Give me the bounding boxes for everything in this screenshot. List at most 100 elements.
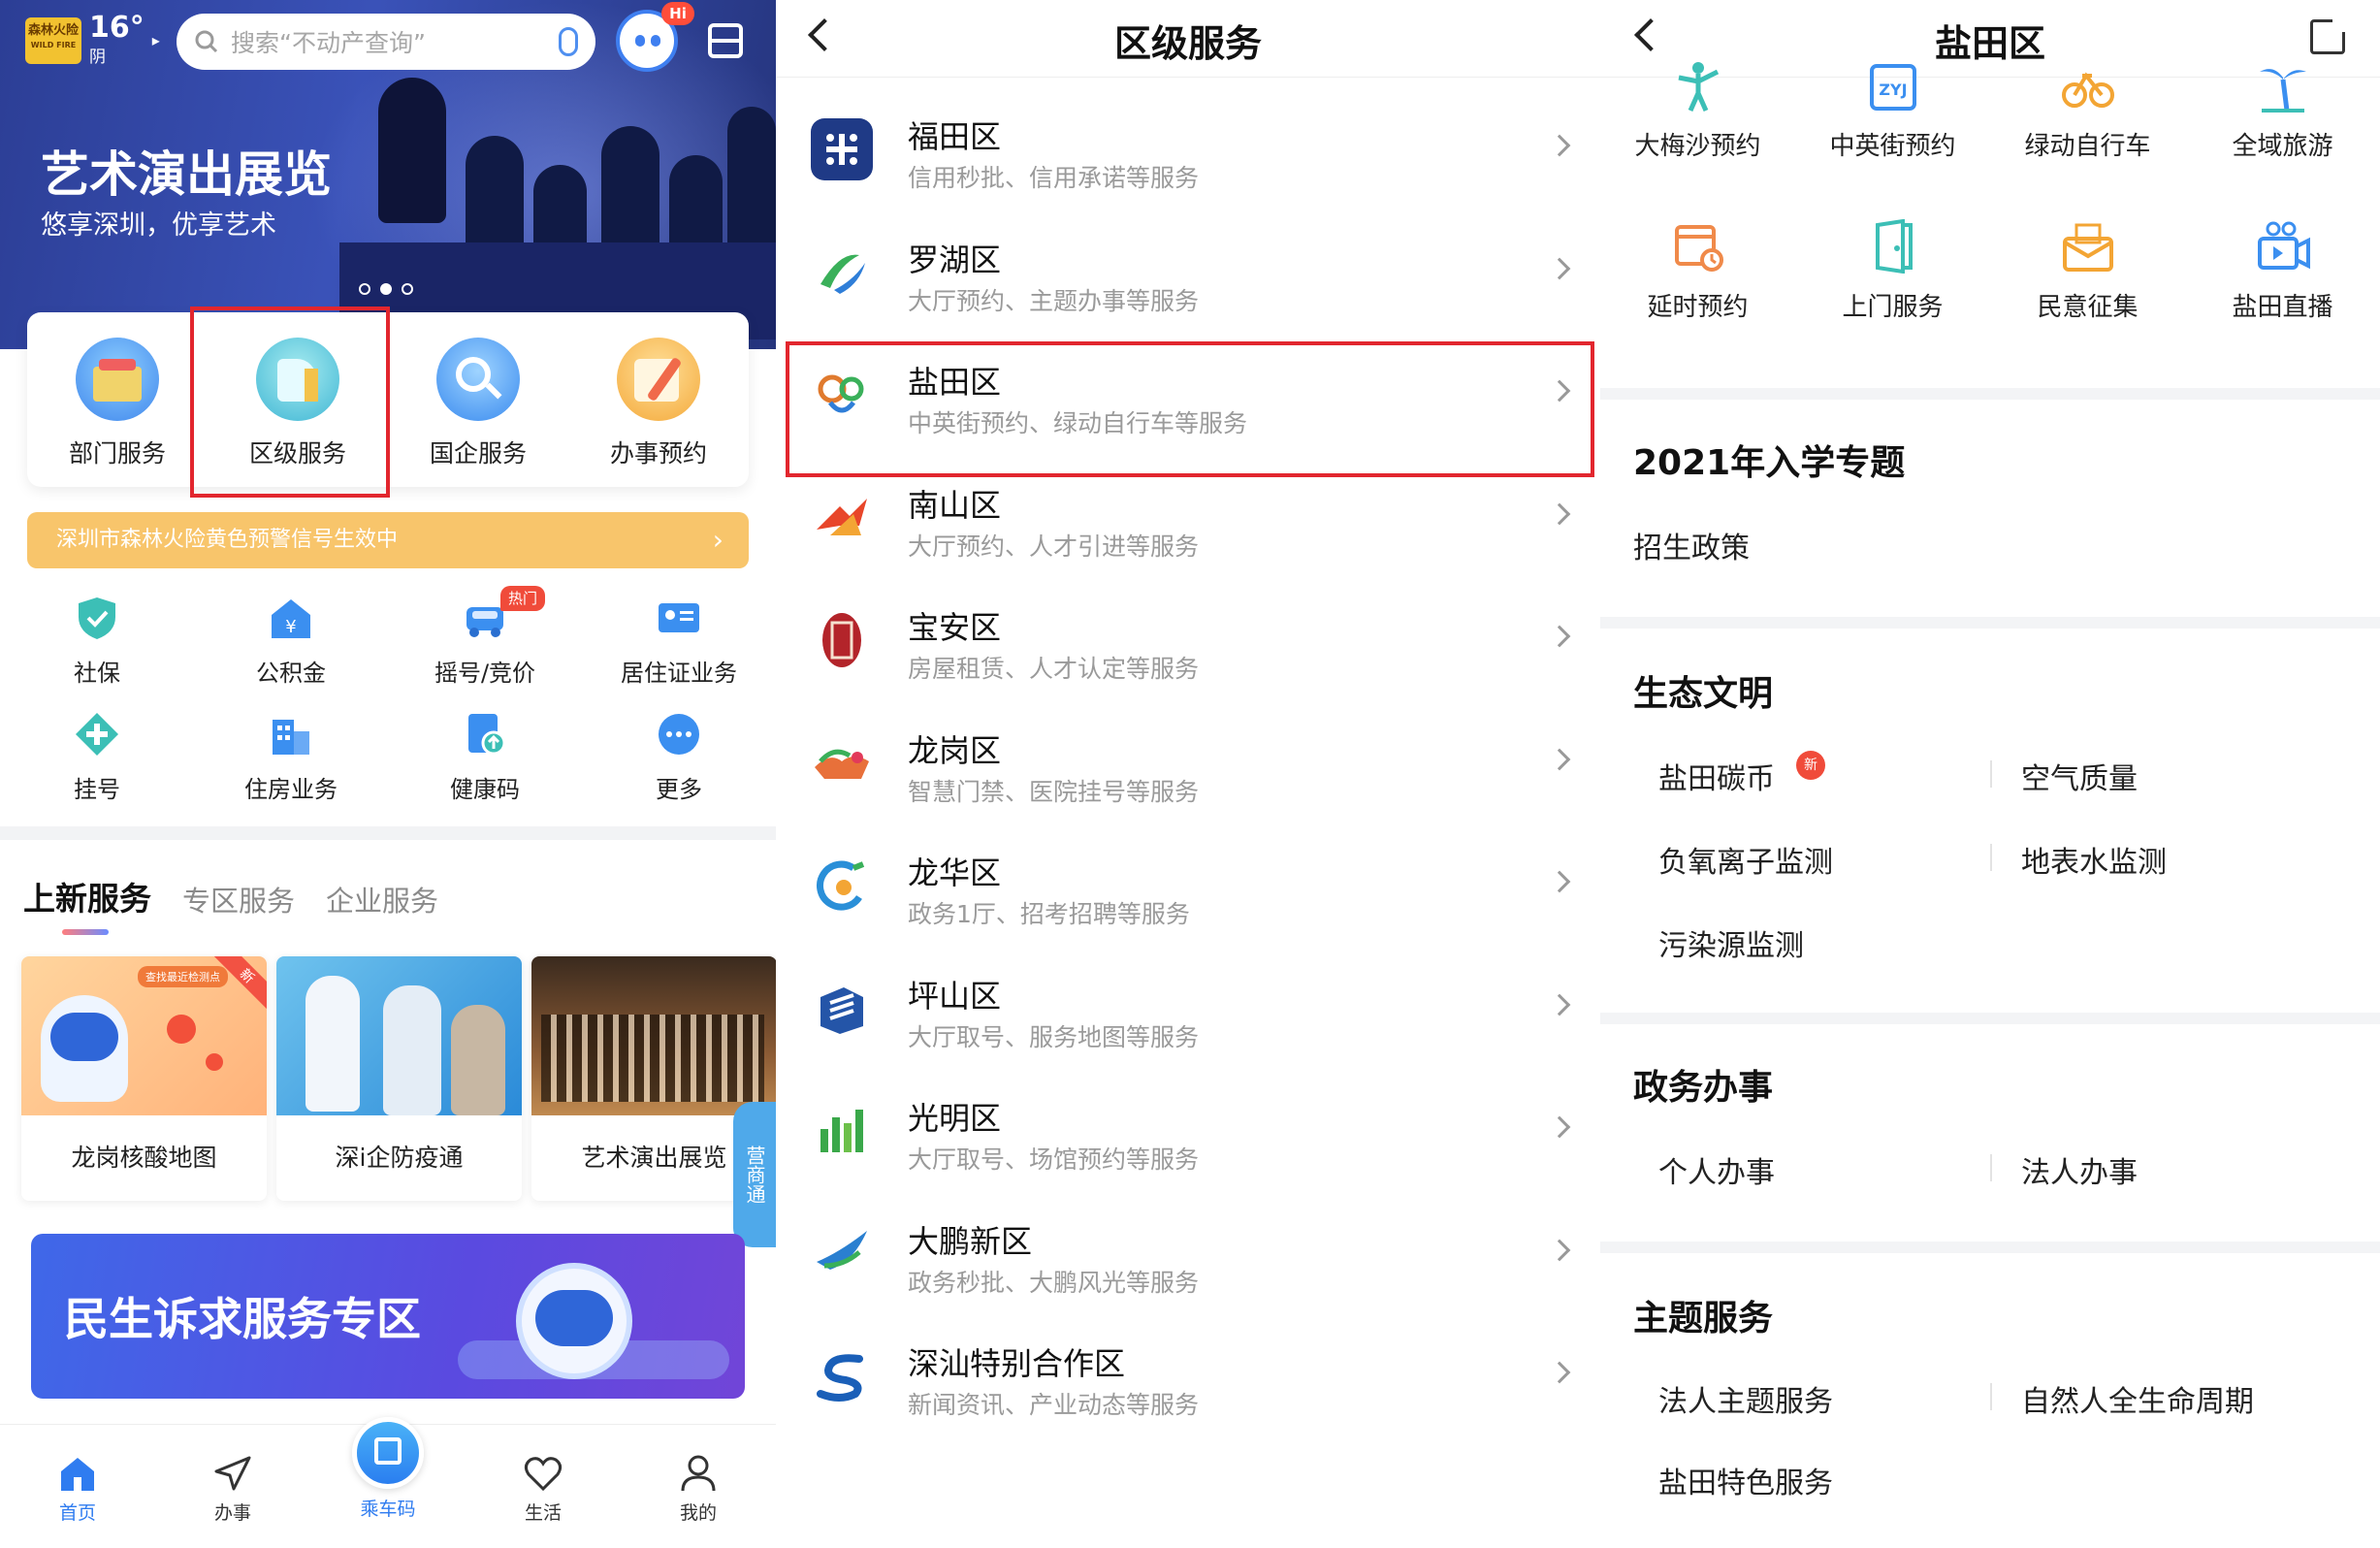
grid-item-zhongying[interactable]: ZYJ 中英街预约 <box>1795 58 1990 175</box>
livelihood-banner[interactable]: 民生诉求服务专区 <box>31 1234 745 1399</box>
nav-label: 乘车码 <box>360 1499 416 1520</box>
feature-grid: 大梅沙预约 ZYJ 中英街预约 绿动自行车 全域旅游 延时预约 上门服务 民意征… <box>1600 62 2380 345</box>
section-divider <box>1600 617 2380 629</box>
palm-tree-icon <box>2259 69 2306 113</box>
link-personal-affairs[interactable]: 个人办事 <box>1658 1148 1775 1191</box>
grid-item-live[interactable]: 盐田直播 <box>2185 219 2380 345</box>
nav-home[interactable]: 首页 <box>0 1425 155 1548</box>
search-input[interactable]: 搜索“不动产查询” <box>177 14 595 70</box>
share-icon[interactable] <box>2310 16 2348 54</box>
chevron-right-icon <box>1548 1115 1571 1139</box>
link-corporate-themes[interactable]: 法人主题服务 <box>1658 1377 1833 1420</box>
featured-cards: 查找最近检测点 新 龙岗核酸地图 深i企防疫通 艺术演出展览 <box>21 956 776 1201</box>
fund-house-icon: ¥ <box>272 599 310 638</box>
hero-banner[interactable]: 森林火险 WILD FIRE 16° 阴 ▸ 搜索“不动产查询” Hi 艺术演出… <box>0 0 776 349</box>
carousel-dot[interactable] <box>402 283 413 295</box>
chevron-right-icon <box>1548 1239 1571 1261</box>
card-enterprise-epidemic[interactable]: 深i企防疫通 <box>276 956 522 1201</box>
link-corporate-affairs[interactable]: 法人办事 <box>2021 1148 2138 1191</box>
grid-item-delayed-booking[interactable]: 延时预约 <box>1600 219 1795 345</box>
zyj-calendar-icon: ZYJ <box>1869 64 1916 111</box>
service-label: 住房业务 <box>244 776 338 803</box>
district-desc: 政务秒批、大鹏风光等服务 <box>908 1268 1200 1297</box>
carousel-dot[interactable] <box>359 283 370 295</box>
tab-enterprise-services[interactable]: 企业服务 <box>326 879 438 919</box>
carousel-dots[interactable] <box>359 283 413 295</box>
grid-label: 大梅沙预约 <box>1634 132 1761 161</box>
link-enrollment-policy[interactable]: 招生政策 <box>1633 524 1750 566</box>
chevron-right-icon <box>1548 257 1571 279</box>
service-social-security[interactable]: 社保 <box>0 594 194 710</box>
district-item[interactable]: 深汕特别合作区 新闻资讯、产业动态等服务 <box>776 1312 1600 1435</box>
soe-service-icon <box>436 338 520 421</box>
nav-services[interactable]: 办事 <box>155 1425 310 1548</box>
district-item[interactable]: 罗湖区 大厅预约、主题办事等服务 <box>776 209 1600 332</box>
district-name: 龙华区 <box>908 855 1002 891</box>
card-label: 深i企防疫通 <box>335 1144 464 1172</box>
link-surface-water[interactable]: 地表水监测 <box>2021 838 2167 881</box>
door-icon <box>1875 219 1913 274</box>
carousel-dot-active[interactable] <box>380 283 392 295</box>
business-side-tab[interactable]: 营商通 <box>733 1102 776 1247</box>
hot-badge: 热门 <box>500 586 545 611</box>
heart-icon <box>524 1457 563 1492</box>
service-more[interactable]: 更多 <box>582 710 776 826</box>
scan-icon[interactable] <box>708 23 743 58</box>
temperature: 16° <box>89 11 145 45</box>
service-lottery[interactable]: 摇号/竞价 <box>388 594 582 710</box>
district-item[interactable]: 大鹏新区 政务秒批、大鹏风光等服务 <box>776 1190 1600 1313</box>
service-label: 社保 <box>74 660 120 687</box>
service-housing[interactable]: 住房业务 <box>194 710 388 826</box>
nav-label: 生活 <box>524 1502 562 1524</box>
district-name: 宝安区 <box>908 609 1002 646</box>
link-air-quality[interactable]: 空气质量 <box>2021 755 2138 797</box>
grid-item-dameisha[interactable]: 大梅沙预约 <box>1600 58 1795 175</box>
grid-item-home-service[interactable]: 上门服务 <box>1795 219 1990 345</box>
grid-label: 中英街预约 <box>1829 132 1956 161</box>
district-item[interactable]: 福田区 信用秒批、信用承诺等服务 <box>776 85 1600 209</box>
district-item[interactable]: 宝安区 房屋租赁、人才认定等服务 <box>776 576 1600 699</box>
district-name: 大鹏新区 <box>908 1222 1033 1260</box>
grid-item-opinion[interactable]: 民意征集 <box>1990 219 2185 345</box>
link-yantian-special[interactable]: 盐田特色服务 <box>1658 1459 1833 1501</box>
card-label: 龙岗核酸地图 <box>71 1144 217 1172</box>
microphone-icon[interactable] <box>559 27 578 56</box>
nanshan-logo-icon <box>811 487 873 549</box>
service-residence-permit[interactable]: 居住证业务 <box>582 594 776 710</box>
section-title-themes: 主题服务 <box>1633 1299 1774 1338</box>
link-carbon-coin[interactable]: 盐田碳币 <box>1658 755 1775 797</box>
nav-profile[interactable]: 我的 <box>621 1425 776 1548</box>
alert-bar[interactable]: 深圳市森林火险黄色预警信号生效中 › <box>27 512 749 568</box>
section-title-government: 政务办事 <box>1633 1068 1774 1108</box>
district-item[interactable]: 光明区 大厅取号、场馆预约等服务 <box>776 1067 1600 1190</box>
tab-zone-services[interactable]: 专区服务 <box>182 879 295 919</box>
link-life-cycle[interactable]: 自然人全生命周期 <box>2021 1377 2254 1420</box>
grid-item-bicycle[interactable]: 绿动自行车 <box>1990 58 2185 175</box>
nav-life[interactable]: 生活 <box>466 1425 621 1548</box>
link-negative-ion[interactable]: 负氧离子监测 <box>1658 838 1833 881</box>
baoan-seal-icon <box>811 609 873 671</box>
district-item[interactable]: 龙华区 政务1厅、招考招聘等服务 <box>776 822 1600 945</box>
medical-plus-icon <box>76 713 118 756</box>
service-registration[interactable]: 挂号 <box>0 710 194 826</box>
weather-widget[interactable]: 森林火险 WILD FIRE 16° 阴 ▸ <box>25 14 160 67</box>
bus-code-icon <box>352 1417 424 1489</box>
grid-item-tourism[interactable]: 全域旅游 <box>2185 58 2380 175</box>
nav-bus-code[interactable]: 乘车码 <box>310 1417 466 1548</box>
service-label: 摇号/竞价 <box>434 660 536 687</box>
link-pollution-source[interactable]: 污染源监测 <box>1658 921 1804 964</box>
service-label: 挂号 <box>74 776 120 803</box>
chevron-right-icon: › <box>712 524 724 556</box>
service-health-code[interactable]: 健康码 <box>388 710 582 826</box>
tab-new-services[interactable]: 上新服务 <box>23 873 151 935</box>
district-desc: 大厅预约、主题办事等服务 <box>908 286 1200 315</box>
quick-item-appointment[interactable]: 办事预约 <box>568 312 749 487</box>
district-item[interactable]: 龙岗区 智慧门禁、医院挂号等服务 <box>776 699 1600 822</box>
district-desc: 新闻资讯、产业动态等服务 <box>908 1391 1200 1419</box>
quick-item-soe[interactable]: 国企服务 <box>388 312 568 487</box>
card-longgang-nucleic-map[interactable]: 查找最近检测点 新 龙岗核酸地图 <box>21 956 267 1201</box>
district-item[interactable]: 坪山区 大厅取号、服务地图等服务 <box>776 945 1600 1068</box>
service-housing-fund[interactable]: ¥ 公积金 <box>194 594 388 710</box>
quick-item-department[interactable]: 部门服务 <box>27 312 208 487</box>
chevron-right-icon <box>1548 993 1571 1016</box>
